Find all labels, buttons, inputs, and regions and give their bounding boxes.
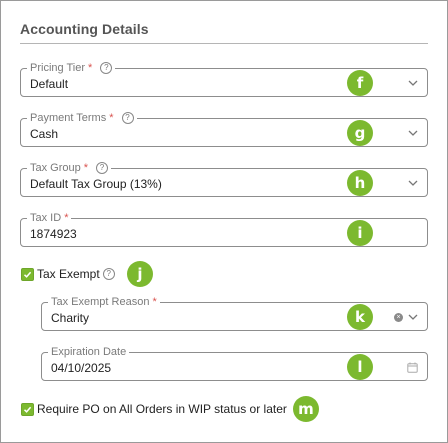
- expiration-date-label-text: Expiration Date: [51, 346, 127, 358]
- required-marker: *: [83, 162, 89, 174]
- tax-exempt-checkbox[interactable]: [21, 267, 34, 281]
- annotation-badge-h: h: [347, 170, 373, 196]
- required-marker: *: [88, 62, 93, 74]
- tax-exempt-label: Tax Exempt: [37, 267, 100, 281]
- checkmark-icon: [23, 271, 32, 278]
- required-marker: *: [64, 212, 69, 224]
- tax-exempt-reason-label: Tax Exempt Reason *: [48, 295, 160, 309]
- accounting-details-panel: Accounting Details Pricing Tier * ? Defa…: [0, 0, 448, 443]
- annotation-badge-i: i: [347, 220, 373, 246]
- help-icon[interactable]: ?: [102, 268, 115, 280]
- annotation-badge-g: g: [347, 120, 373, 146]
- pricing-tier-label-text: Pricing Tier: [30, 62, 86, 74]
- tax-exempt-reason-value: Charity: [51, 311, 90, 325]
- chevron-down-icon[interactable]: [408, 129, 418, 137]
- require-po-checkbox-row[interactable]: Require PO on All Orders in WIP status o…: [21, 402, 287, 416]
- tax-group-label-text: Tax Group: [30, 162, 81, 174]
- annotation-badge-l: l: [347, 354, 373, 380]
- chevron-down-icon[interactable]: [408, 179, 418, 187]
- tax-id-value: 1874923: [30, 227, 77, 241]
- tax-group-value: Default Tax Group (13%): [30, 177, 162, 191]
- chevron-down-icon[interactable]: [408, 313, 418, 321]
- tax-exempt-reason-label-text: Tax Exempt Reason: [51, 296, 150, 308]
- annotation-badge-j: j: [127, 261, 153, 287]
- pricing-tier-label: Pricing Tier * ?: [27, 61, 116, 75]
- tax-group-label: Tax Group * ?: [27, 161, 112, 175]
- expiration-date-label: Expiration Date: [48, 345, 130, 359]
- help-icon[interactable]: ?: [121, 112, 134, 124]
- expiration-date-value: 04/10/2025: [51, 361, 112, 375]
- annotation-badge-f: f: [347, 70, 373, 96]
- pricing-tier-value: Default: [30, 77, 69, 91]
- payment-terms-value: Cash: [30, 127, 59, 141]
- tax-exempt-checkbox-row[interactable]: Tax Exempt ?: [21, 267, 115, 281]
- require-po-label: Require PO on All Orders in WIP status o…: [37, 402, 287, 416]
- section-title: Accounting Details: [20, 21, 149, 37]
- checkmark-icon: [23, 406, 32, 413]
- required-marker: *: [152, 296, 157, 308]
- calendar-icon[interactable]: [407, 362, 418, 373]
- help-icon[interactable]: ?: [100, 62, 113, 74]
- section-divider: [20, 43, 428, 44]
- chevron-down-icon[interactable]: [408, 79, 418, 87]
- payment-terms-label-text: Payment Terms: [30, 112, 107, 124]
- help-icon[interactable]: ?: [96, 162, 109, 174]
- require-po-checkbox[interactable]: [21, 402, 34, 416]
- tax-id-label: Tax ID *: [27, 211, 72, 225]
- tax-id-label-text: Tax ID: [30, 212, 62, 224]
- clear-icon[interactable]: ×: [394, 313, 403, 322]
- annotation-badge-m: m: [293, 396, 319, 422]
- payment-terms-label: Payment Terms * ?: [27, 111, 137, 125]
- required-marker: *: [109, 112, 114, 124]
- annotation-badge-k: k: [347, 304, 373, 330]
